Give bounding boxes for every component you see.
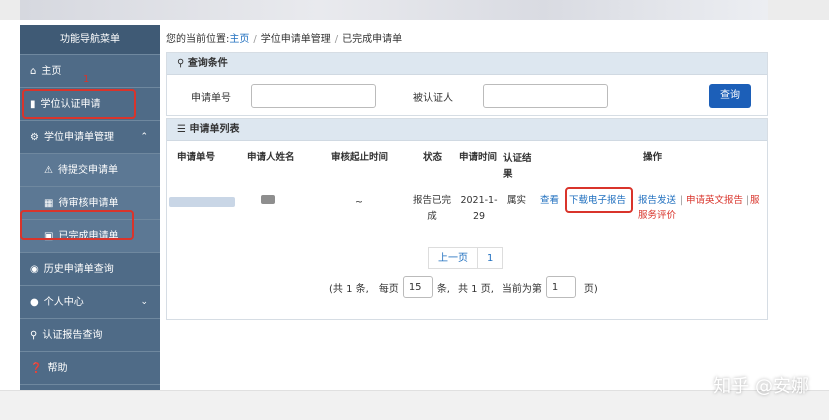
query-row-2: 被认证人 <box>413 84 608 108</box>
sidebar-item-pending-submit[interactable]: ⚠ 待提交申请单 <box>20 154 160 187</box>
result-value: 属实 <box>507 195 527 206</box>
unit-text: 条, <box>436 283 450 295</box>
per-page-input[interactable]: 15 <box>402 276 433 298</box>
service-evaluation-link[interactable]: 服务评价 <box>638 208 676 224</box>
total-pages-text: 共 1 页, <box>458 283 494 295</box>
query-panel-title: 查询条件 <box>187 58 228 69</box>
status-value: 报告已完成 <box>412 195 451 222</box>
column-header: 审核起止时间 <box>331 152 389 163</box>
query-panel: ⚲ 查询条件 申请单号 被认证人 查询 <box>166 52 768 116</box>
certified-person-label: 被认证人 <box>413 92 453 104</box>
pagination: 上一页 1 <box>428 247 504 269</box>
pagination-info: (共 1 条, 每页 15 条, 共 1 页, 当前为第 1 页) <box>329 276 598 298</box>
warning-icon: ⚠ <box>44 164 53 176</box>
sidebar-title: 功能导航菜单 <box>20 25 160 55</box>
column-header: 申请单号 <box>177 152 216 163</box>
prev-page-button[interactable]: 上一页 <box>428 247 478 269</box>
column-header: 申请时间 <box>459 152 498 163</box>
query-button[interactable]: 查询 <box>709 84 751 108</box>
sidebar-item-history[interactable]: ◉ 历史申请单查询 <box>20 253 160 286</box>
highlight-box-download <box>565 187 633 213</box>
sidebar-item-label: 个人中心 <box>43 296 84 308</box>
sidebar-item-report-query[interactable]: ⚲ 认证报告查询 <box>20 319 160 352</box>
breadcrumb: 您的当前位置:主页 / 学位申请单管理 / 已完成申请单 <box>166 34 403 45</box>
home-icon: ⌂ <box>30 65 37 77</box>
current-page-label: 当前为第 <box>501 283 542 295</box>
list-icon: ☰ <box>177 124 186 135</box>
query-row-1: 申请单号 <box>191 84 376 108</box>
annotation-mark: 1 <box>83 74 90 85</box>
help-icon: ❓ <box>30 362 43 374</box>
application-number-label: 申请单号 <box>191 92 231 104</box>
sidebar-item-application-management[interactable]: ⚙ 学位申请单管理 ⌃ <box>20 121 160 154</box>
camera-icon: ◉ <box>30 263 39 275</box>
sidebar-item-personal-center[interactable]: ● 个人中心 ⌄ <box>20 286 160 319</box>
per-page-label: 每页 <box>378 283 399 295</box>
column-header: 操作 <box>643 152 663 163</box>
highlight-box-completed <box>20 210 134 240</box>
sidebar-item-help[interactable]: ❓ 帮助 <box>20 352 160 385</box>
sidebar-item-label: 学位申请单管理 <box>43 131 114 143</box>
sidebar: 功能导航菜单 ⌂ 主页 ▮ 学位认证申请 ⚙ 学位申请单管理 ⌃ ⚠ 待提交申请… <box>20 25 160 390</box>
breadcrumb-prefix: 您的当前位置: <box>166 34 230 45</box>
column-header: 状态 <box>423 152 443 163</box>
send-report-link[interactable]: 报告发送 <box>638 193 676 209</box>
column-header: 申请人姓名 <box>247 152 295 163</box>
chevron-up-icon: ⌃ <box>140 132 148 142</box>
application-number-input[interactable] <box>251 84 376 108</box>
english-report-link[interactable]: 申请英文报告 <box>686 193 743 209</box>
review-period: ~ <box>355 197 363 208</box>
sidebar-item-label: 主页 <box>41 65 62 77</box>
sidebar-item-home[interactable]: ⌂ 主页 <box>20 55 160 88</box>
breadcrumb-home-link[interactable]: 主页 <box>229 34 249 45</box>
page: 功能导航菜单 ⌂ 主页 ▮ 学位认证申请 ⚙ 学位申请单管理 ⌃ ⚠ 待提交申请… <box>0 0 829 420</box>
page-number-button[interactable]: 1 <box>478 247 504 269</box>
view-link[interactable]: 查看 <box>540 193 559 209</box>
sidebar-item-label: 历史申请单查询 <box>43 263 114 275</box>
watermark: 知乎 @安娜 <box>713 376 809 397</box>
apply-date: 2021-1-29 <box>460 195 498 222</box>
query-panel-header: ⚲ 查询条件 <box>167 53 767 75</box>
applicant-name-redacted <box>261 195 275 204</box>
sidebar-item-label: 认证报告查询 <box>42 329 103 341</box>
search-icon: ⚲ <box>30 329 38 341</box>
application-number-redacted <box>169 197 235 207</box>
certified-person-input[interactable] <box>483 84 608 108</box>
column-header: 认证结果 <box>503 153 532 180</box>
list-panel-title: 申请单列表 <box>189 124 240 135</box>
search-icon: ⚲ <box>177 58 185 69</box>
breadcrumb-level3: 已完成申请单 <box>342 34 403 45</box>
top-banner <box>20 0 768 20</box>
user-icon: ● <box>30 296 39 308</box>
list-panel-header: ☰ 申请单列表 <box>167 119 767 141</box>
highlight-box-certification <box>22 89 136 119</box>
sidebar-item-label: 帮助 <box>47 362 68 374</box>
gear-icon: ⚙ <box>30 131 39 143</box>
page-suffix: 页) <box>583 283 598 295</box>
list-panel: ☰ 申请单列表 申请单号 申请人姓名 审核起止时间 状态 申请时间 认证结果 操… <box>166 118 768 320</box>
chevron-down-icon: ⌄ <box>140 297 148 307</box>
total-count-text: (共 1 条, <box>329 283 369 295</box>
current-page-input[interactable]: 1 <box>545 276 576 298</box>
sidebar-item-label: 待提交申请单 <box>57 164 118 176</box>
bottom-bar <box>0 390 829 420</box>
breadcrumb-level2: 学位申请单管理 <box>260 34 331 45</box>
